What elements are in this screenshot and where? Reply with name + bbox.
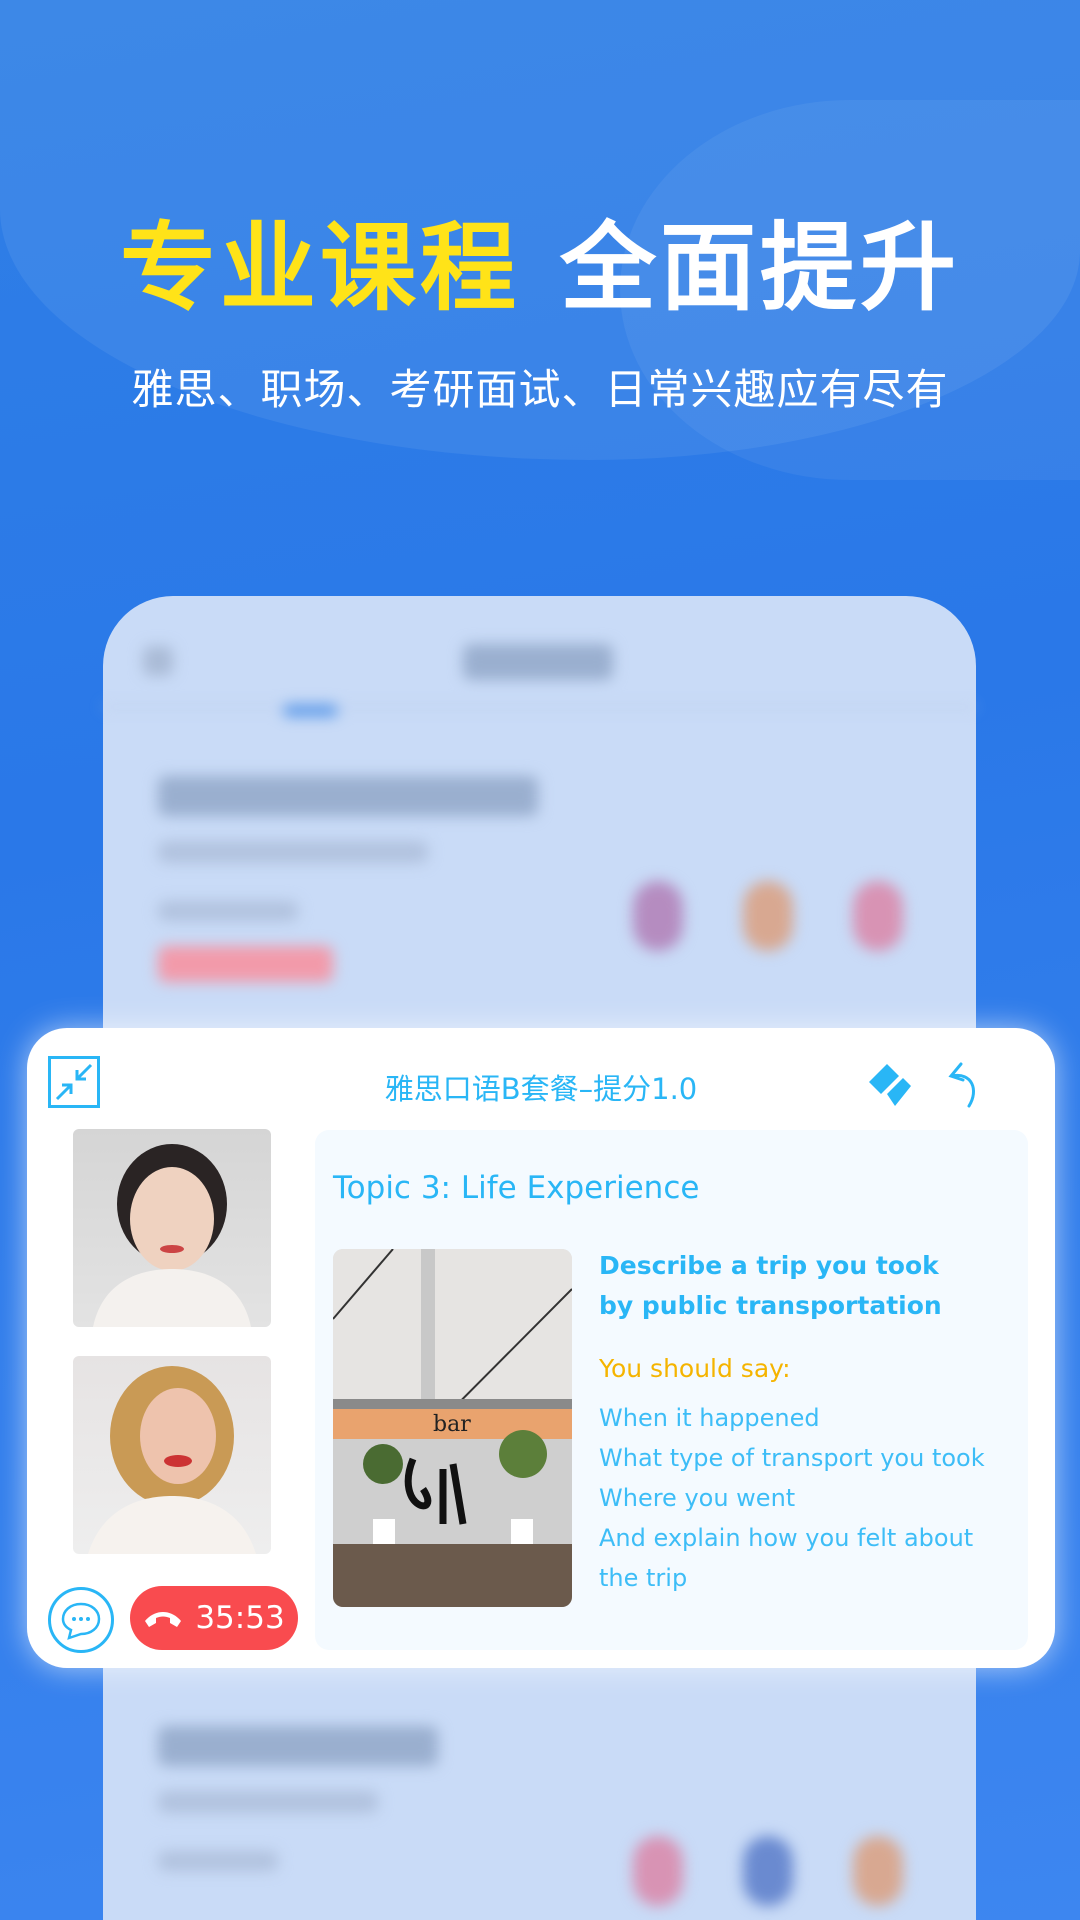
hang-up-button[interactable]: 35:53: [130, 1586, 298, 1650]
question-line: Describe a trip you took: [599, 1251, 939, 1280]
chat-icon: [61, 1602, 101, 1640]
question-line: by public transportation: [599, 1291, 942, 1320]
topic-image: bar: [333, 1249, 572, 1607]
topic-panel: Topic 3: Life Experience bar Describe a …: [315, 1130, 1028, 1650]
live-lesson-card: 雅思口语B套餐–提分1.0 35:53 Topic 3: Life Experi…: [27, 1028, 1055, 1668]
eraser-icon[interactable]: [865, 1060, 913, 1108]
subtitle: 雅思、职场、考研面试、日常兴趣应有尽有: [131, 365, 949, 414]
prompt-point: When it happened: [599, 1404, 820, 1432]
headline-highlight: 专业课程: [120, 212, 520, 324]
prompt-points: When it happened What type of transport …: [599, 1398, 1024, 1598]
headline: 专业课程 全面提升: [0, 190, 1080, 329]
call-timer: 35:53: [195, 1600, 285, 1636]
you-should-say-label: You should say:: [599, 1354, 791, 1383]
question: Describe a trip you took by public trans…: [599, 1246, 1019, 1326]
svg-text:bar: bar: [433, 1412, 471, 1437]
prompt-point: What type of transport you took: [599, 1444, 985, 1472]
prompt-point: And explain how you felt about: [599, 1524, 974, 1552]
hang-up-icon: [145, 1612, 182, 1627]
student-video: [73, 1356, 271, 1554]
headline-rest: 全面提升: [560, 212, 960, 324]
undo-icon[interactable]: [947, 1060, 987, 1110]
topic-title: Topic 3: Life Experience: [333, 1170, 700, 1206]
prompt-point: Where you went: [599, 1484, 796, 1512]
chat-button[interactable]: [48, 1587, 114, 1653]
prompt-point: the trip: [599, 1564, 688, 1592]
teacher-video: [73, 1129, 271, 1327]
